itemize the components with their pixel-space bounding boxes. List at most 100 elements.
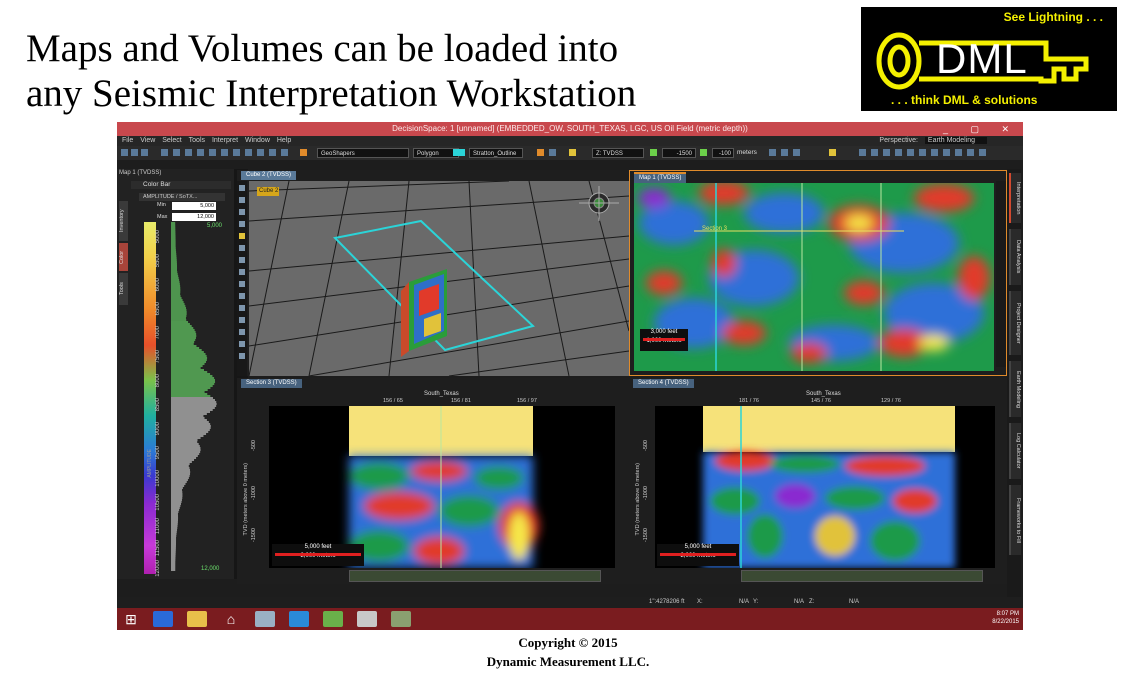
tool-j-icon[interactable] — [919, 149, 926, 156]
tab-color[interactable]: Color — [119, 243, 128, 271]
tab-data-analysis[interactable]: Data Analysis — [1009, 229, 1021, 285]
perspective[interactable]: Perspective: Earth Modeling — [874, 136, 987, 146]
menu-interpret[interactable]: Interpret — [212, 137, 238, 144]
cube-viewport[interactable]: Cube 2 (TVDSS) Cube 2 — [237, 170, 629, 376]
step-back-icon[interactable] — [650, 149, 657, 156]
app-icon[interactable] — [391, 611, 411, 627]
tool-i-icon[interactable] — [907, 149, 914, 156]
geoshapers-select[interactable]: GeoShapers — [317, 148, 409, 158]
tool-c-icon[interactable] — [793, 149, 800, 156]
clock[interactable]: 8:07 PM 8/22/2015 — [992, 610, 1019, 626]
tool-f-icon[interactable] — [871, 149, 878, 156]
slice-icon[interactable] — [239, 293, 245, 299]
section3-viewport[interactable]: Section 3 (TVDSS) South_Texas 156 / 65 1… — [237, 378, 629, 584]
light-icon[interactable] — [569, 149, 576, 156]
zoom-icon[interactable] — [185, 149, 192, 156]
tool-b-icon[interactable] — [781, 149, 788, 156]
tab-map1[interactable]: Map 1 (TVDSS) — [634, 172, 687, 183]
fit-icon[interactable] — [239, 257, 245, 263]
pick-icon[interactable] — [209, 149, 216, 156]
window-controls[interactable]: _ ▢ ✕ — [943, 122, 1019, 136]
light-icon[interactable] — [239, 233, 245, 239]
tab-frameworks-to-fill[interactable]: Frameworks to Fill — [1009, 485, 1021, 555]
tab-section4[interactable]: Section 4 (TVDSS) — [633, 379, 694, 388]
menu-view[interactable]: View — [140, 137, 155, 144]
tool-h-icon[interactable] — [895, 149, 902, 156]
measure-icon[interactable] — [221, 149, 228, 156]
menu-file[interactable]: File — [122, 137, 133, 144]
map-viewport[interactable]: Map 1 (TVDSS) Section 3 3,000 feet 1,000… — [629, 170, 1007, 376]
windows-start-icon[interactable]: ⊞ — [121, 611, 141, 627]
home-icon[interactable]: ⌂ — [221, 611, 241, 627]
color-swatch-icon[interactable] — [453, 149, 465, 156]
undo-icon[interactable] — [269, 149, 276, 156]
tool-k-icon[interactable] — [931, 149, 938, 156]
redo-icon[interactable] — [281, 149, 288, 156]
app-icon[interactable] — [255, 611, 275, 627]
tab-cube2[interactable]: Cube 2 (TVDSS) — [241, 171, 297, 180]
depth-value-1[interactable]: -1500 — [662, 148, 696, 158]
tool-l-icon[interactable] — [943, 149, 950, 156]
home-icon[interactable] — [239, 245, 245, 251]
tool-d-icon[interactable] — [829, 149, 836, 156]
rotate-icon[interactable] — [197, 149, 204, 156]
tool-a-icon[interactable] — [769, 149, 776, 156]
tool-n-icon[interactable] — [967, 149, 974, 156]
save-icon[interactable] — [141, 149, 148, 156]
step-forward-icon[interactable] — [700, 149, 707, 156]
menu-tools[interactable]: Tools — [189, 137, 205, 144]
perspective-value[interactable]: Earth Modeling — [924, 137, 987, 144]
section4-viewport[interactable]: Section 4 (TVDSS) South_Texas 181 / 76 1… — [629, 378, 1007, 584]
delete-icon[interactable] — [257, 149, 264, 156]
file-explorer-icon[interactable] — [187, 611, 207, 627]
cube-3d-scene[interactable] — [249, 181, 629, 376]
camera-icon[interactable] — [239, 269, 245, 275]
layers-icon[interactable] — [239, 329, 245, 335]
axes-icon[interactable] — [239, 317, 245, 323]
section3-scrollbar[interactable] — [349, 570, 601, 582]
tab-log-calculator[interactable]: Log Calculator — [1009, 423, 1021, 479]
export-icon[interactable] — [239, 353, 245, 359]
attribute-select[interactable]: AMPLITUDE / SoTX... — [139, 193, 225, 201]
tab-section3[interactable]: Section 3 (TVDSS) — [241, 379, 302, 388]
menu-window[interactable]: Window — [245, 137, 270, 144]
seed-icon[interactable] — [537, 149, 544, 156]
section4-scrollbar[interactable] — [741, 570, 983, 582]
tool-m-icon[interactable] — [955, 149, 962, 156]
zoom-icon[interactable] — [239, 197, 245, 203]
select-icon[interactable] — [239, 185, 245, 191]
domain-select[interactable]: Z: TVDSS — [592, 148, 644, 158]
decisionspace-icon[interactable] — [357, 611, 377, 627]
brush-icon[interactable] — [300, 149, 307, 156]
tool-g-icon[interactable] — [883, 149, 890, 156]
tool-e-icon[interactable] — [859, 149, 866, 156]
tool-o-icon[interactable] — [979, 149, 986, 156]
grid-icon[interactable] — [239, 305, 245, 311]
tab-inventory[interactable]: Inventory — [119, 201, 128, 241]
tab-tools[interactable]: Tools — [119, 273, 128, 305]
menu-select[interactable]: Select — [162, 137, 181, 144]
pan-icon[interactable] — [173, 149, 180, 156]
app-icon[interactable] — [289, 611, 309, 627]
draw-icon[interactable] — [233, 149, 240, 156]
select-icon[interactable] — [161, 149, 168, 156]
internet-explorer-icon[interactable] — [153, 611, 173, 627]
tab-project-designer[interactable]: Project Designer — [1009, 291, 1021, 355]
tab-interpretation[interactable]: Interpretation — [1009, 173, 1021, 223]
settings-icon[interactable] — [239, 341, 245, 347]
depth-value-2[interactable]: -100 — [712, 148, 734, 158]
colorbar-header[interactable]: Color Bar — [131, 181, 231, 189]
edit-icon[interactable] — [245, 149, 252, 156]
open-icon[interactable] — [131, 149, 138, 156]
track-icon[interactable] — [549, 149, 556, 156]
probe-icon[interactable] — [239, 281, 245, 287]
tab-earth-modeling[interactable]: Earth Modeling — [1009, 361, 1021, 417]
pan-icon[interactable] — [239, 221, 245, 227]
menu-help[interactable]: Help — [277, 137, 291, 144]
min-input[interactable]: 5,000 — [172, 202, 216, 210]
rotate-icon[interactable] — [239, 209, 245, 215]
app-icon[interactable] — [323, 611, 343, 627]
new-icon[interactable] — [121, 149, 128, 156]
max-input[interactable]: 12,000 — [172, 213, 216, 221]
stratton-select[interactable]: Stratton_Outline — [469, 148, 523, 158]
